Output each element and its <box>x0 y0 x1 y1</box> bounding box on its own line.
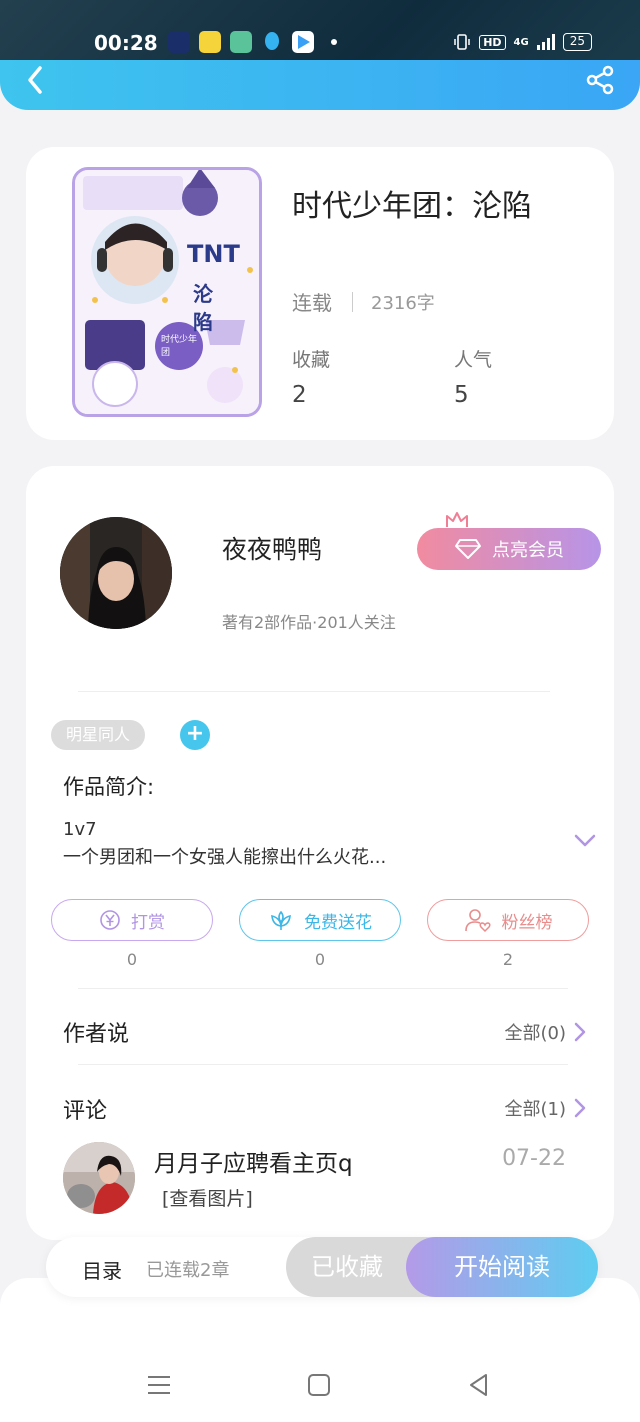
favorites-count: 2 <box>292 382 307 408</box>
add-tag-button[interactable]: + <box>180 720 210 750</box>
reward-button[interactable]: 打赏 <box>51 899 213 941</box>
chevron-down-icon[interactable] <box>574 834 596 848</box>
status-divider <box>352 291 353 312</box>
book-title: 时代少年团：沦陷 <box>292 189 532 224</box>
commenter-avatar[interactable] <box>63 1142 135 1214</box>
diamond-icon <box>455 539 481 559</box>
share-icon[interactable] <box>584 64 616 96</box>
bottom-action-bar: 目录 已连载2章 已收藏 开始阅读 <box>46 1237 598 1297</box>
fan-ranking-button[interactable]: 粉丝榜 <box>427 899 589 941</box>
book-status-row: 连载 2316字 <box>292 287 435 316</box>
divider <box>78 1064 568 1065</box>
divider <box>78 988 568 989</box>
commenter-name[interactable]: 月月子应聘看主页q <box>154 1144 353 1178</box>
reward-count: 0 <box>126 950 138 969</box>
reward-label: 打赏 <box>131 912 165 933</box>
chevron-right-icon <box>574 1098 586 1118</box>
app-notification-icon <box>199 31 221 53</box>
back-icon[interactable] <box>466 1372 492 1398</box>
app-notification-icon <box>230 31 252 53</box>
back-arrow-icon[interactable] <box>22 62 52 98</box>
network-type: 4G <box>513 36 529 48</box>
status-time: 00:28 <box>94 31 158 55</box>
favorites-label: 收藏 <box>292 349 331 371</box>
word-count: 2316字 <box>371 292 435 314</box>
comment-text[interactable]: [查看图片] <box>162 1184 253 1211</box>
start-reading-label: 开始阅读 <box>454 1253 550 1281</box>
start-reading-button[interactable]: 开始阅读 <box>406 1237 598 1297</box>
intro-label: 作品简介: <box>63 775 155 799</box>
author-meta: 著有2部作品·201人关注 <box>222 613 396 632</box>
intro-line: 1v7 <box>63 819 97 840</box>
author-says-title: 作者说 <box>63 1022 130 1047</box>
signal-icon <box>536 34 555 50</box>
author-avatar[interactable] <box>60 517 172 629</box>
genre-tag[interactable]: 明星同人 <box>51 720 146 750</box>
cover-badge-text: 时代少年团 <box>161 335 198 358</box>
header-bar <box>0 60 640 110</box>
cover-title-text: TNT <box>187 240 240 268</box>
popularity-label: 人气 <box>454 349 493 371</box>
battery-icon: 25 <box>562 33 592 51</box>
favorited-label: 已收藏 <box>311 1253 383 1281</box>
flower-count: 0 <box>314 950 326 969</box>
divider <box>78 691 550 692</box>
more-notifications-dot <box>331 39 337 45</box>
send-flower-button[interactable]: 免费送花 <box>239 899 401 941</box>
author-says-all-label: 全部(0) <box>504 1023 567 1044</box>
comments-all-link[interactable]: 全部(1) <box>505 1095 587 1121</box>
fan-count: 2 <box>502 950 514 969</box>
notification-icons <box>168 31 337 53</box>
yuan-icon <box>100 910 120 930</box>
flower-icon <box>271 910 291 930</box>
intro-line: 一个男团和一个女强人能擦出什么火花... <box>63 847 387 868</box>
status-bar: 00:28 HD 4G 25 <box>0 0 640 64</box>
popularity-count: 5 <box>454 382 469 408</box>
menu-icon[interactable] <box>146 1372 172 1398</box>
comments-all-label: 全部(1) <box>504 1099 567 1120</box>
author-name[interactable]: 夜夜鸭鸭 <box>222 530 322 566</box>
hd-badge: HD <box>479 34 506 50</box>
app-notification-icon <box>168 31 190 53</box>
comments-title: 评论 <box>63 1099 108 1124</box>
cover-subtitle-text: 沦陷 <box>193 282 213 334</box>
fan-ranking-label: 粉丝榜 <box>501 912 553 933</box>
qq-icon <box>261 31 283 53</box>
user-heart-icon <box>464 909 491 933</box>
author-says-all-link[interactable]: 全部(0) <box>505 1019 587 1045</box>
intro-text[interactable]: 1v7 一个男团和一个女强人能擦出什么火花... <box>63 816 386 872</box>
comment-date: 07-22 <box>502 1146 566 1171</box>
system-nav-bar <box>0 1360 640 1410</box>
serial-status: 连载 <box>292 291 332 315</box>
vibrate-icon <box>454 34 470 50</box>
book-cover[interactable]: TNT 沦陷 时代少年团 <box>72 167 262 417</box>
chevron-right-icon <box>574 1022 586 1042</box>
vip-button-label: 点亮会员 <box>492 540 564 561</box>
play-store-icon <box>292 31 314 53</box>
book-info-card: TNT 沦陷 时代少年团 时代少年团：沦陷 连载 2316字 收藏 2 人气 5 <box>26 147 614 440</box>
crown-icon <box>446 512 468 527</box>
activate-vip-button[interactable]: 点亮会员 <box>417 528 601 570</box>
chapter-count: 已连载2章 <box>146 1260 230 1281</box>
book-details-card: 夜夜鸭鸭 著有2部作品·201人关注 点亮会员 明星同人 + 作品简介: 1v7… <box>26 466 614 1240</box>
table-of-contents-button[interactable]: 目录 <box>82 1255 122 1284</box>
home-icon[interactable] <box>306 1372 332 1398</box>
system-icons: HD 4G 25 <box>453 33 592 51</box>
send-flower-label: 免费送花 <box>304 912 372 933</box>
